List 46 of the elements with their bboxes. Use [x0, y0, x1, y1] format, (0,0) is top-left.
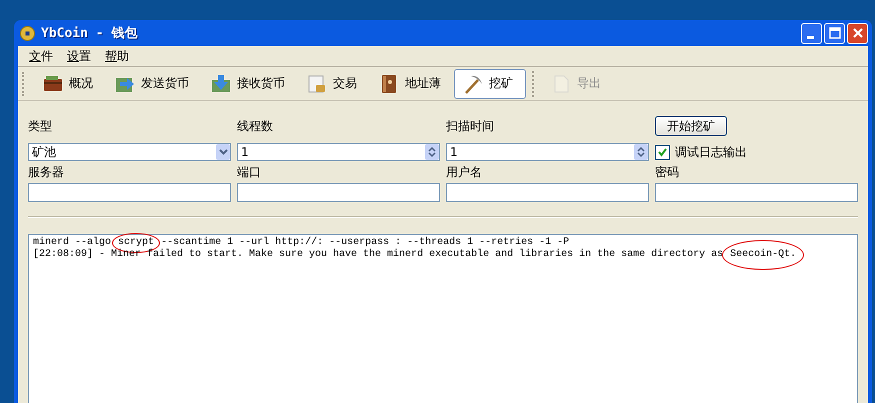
field-label: 服务器	[28, 164, 65, 180]
menu-item[interactable]: 设置	[60, 48, 98, 64]
close-button[interactable]	[847, 22, 868, 44]
input-field[interactable]	[655, 183, 858, 202]
minimize-icon	[806, 36, 814, 38]
toolbar-button[interactable]: 概况	[34, 68, 106, 98]
spin-box[interactable]: 1	[237, 143, 440, 161]
field-label: 扫描时间	[446, 118, 495, 134]
field-label: 密码	[655, 164, 680, 180]
window-title: YbCoin - 钱包	[41, 25, 138, 42]
maximize-icon	[828, 27, 840, 39]
toolbar-button[interactable]: 交易	[298, 68, 370, 98]
wallet-icon	[43, 74, 63, 94]
input-field[interactable]	[28, 183, 231, 202]
field-label: 类型	[28, 118, 53, 134]
pickaxe-icon	[463, 74, 483, 94]
toolbar-button[interactable]: 接收货币	[202, 68, 298, 98]
book-icon	[379, 74, 399, 94]
menu-item[interactable]: 文件	[22, 48, 60, 64]
dropdown[interactable]: 矿池	[28, 143, 231, 161]
maximize-button[interactable]	[824, 22, 845, 44]
spin-box[interactable]: 1	[446, 143, 649, 161]
menu-item[interactable]: 帮助	[98, 48, 136, 64]
checkbox-label: 调试日志输出	[675, 144, 747, 160]
field-label: 线程数	[237, 118, 274, 134]
close-icon	[852, 27, 864, 39]
spin-arrows-icon	[428, 146, 436, 158]
input-field[interactable]	[446, 183, 649, 202]
arrow-icon	[211, 74, 231, 94]
chevron-down-icon	[218, 149, 228, 155]
checkbox[interactable]	[655, 144, 670, 160]
log-text: --scantime 1 --url http://: --userpass : --threads 1 --retries -1 -P	[161, 237, 570, 248]
toolbar-button[interactable]: 挖矿	[454, 68, 526, 98]
log-text: [22:08:09] - Miner failed to start. Make sure you have the minerd executable and libraries in the same directory as	[33, 249, 724, 260]
spin-arrows-icon	[637, 146, 645, 158]
toolbar-button[interactable]: 发送货币	[106, 68, 202, 98]
start-button[interactable]: 开始挖矿	[655, 116, 727, 136]
field-label: 用户名	[446, 164, 483, 180]
toolbar-button[interactable]: 地址薄	[370, 68, 454, 98]
log-text: minerd --algo	[33, 237, 112, 248]
field-label: 端口	[237, 164, 262, 180]
input-field[interactable]	[237, 183, 440, 202]
minimize-button[interactable]	[801, 22, 822, 44]
document-icon	[307, 74, 327, 94]
coin-icon	[20, 26, 35, 40]
circled-text: Seecoin-Qt.	[722, 240, 804, 270]
